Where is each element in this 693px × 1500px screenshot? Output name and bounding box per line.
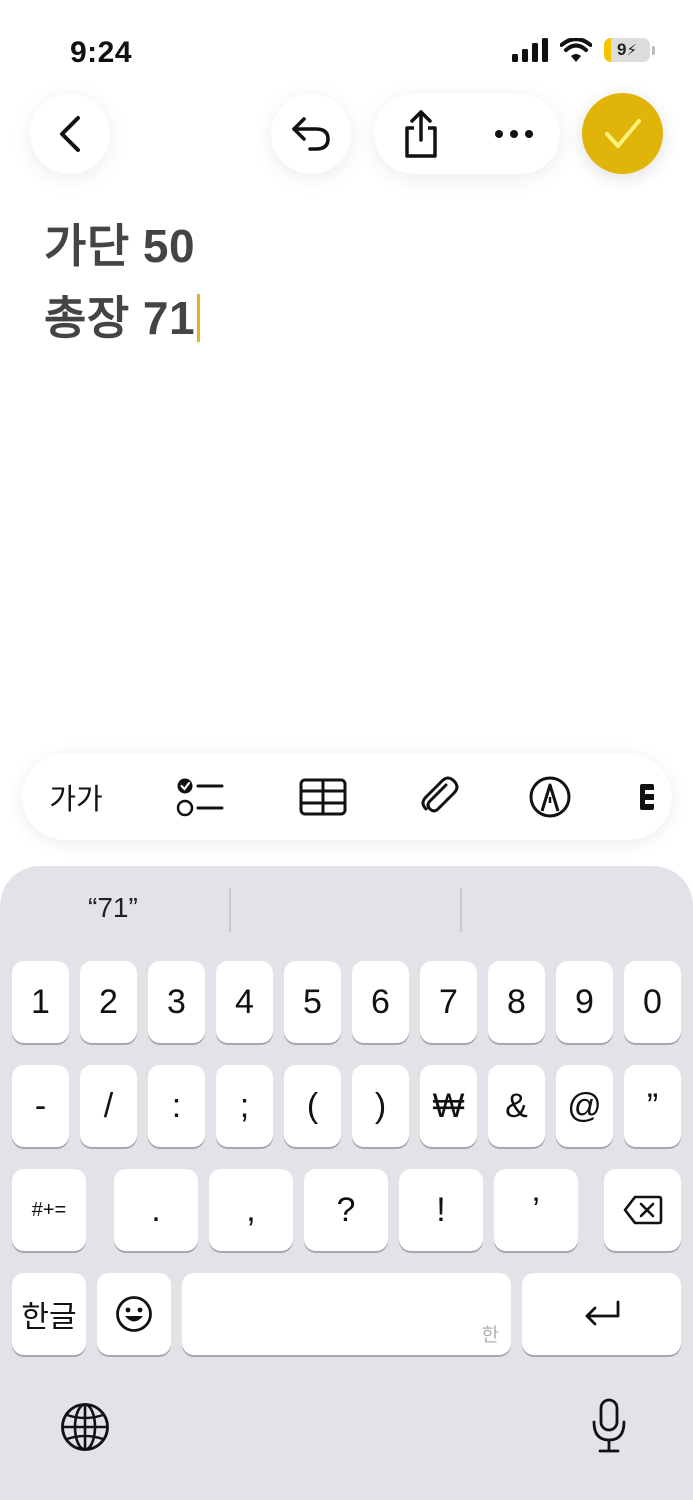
- close-toolbar-button[interactable]: [640, 754, 672, 840]
- key-question[interactable]: ?: [304, 1169, 388, 1251]
- suggestion-divider: [460, 888, 462, 932]
- ellipsis-icon: [494, 130, 533, 138]
- markup-button[interactable]: [510, 754, 590, 840]
- key-period[interactable]: .: [114, 1169, 198, 1251]
- key-2[interactable]: 2: [80, 961, 137, 1043]
- delete-backward-icon: [623, 1195, 662, 1225]
- battery-level: 9: [616, 40, 627, 59]
- return-icon: [585, 1300, 619, 1326]
- share-icon: [404, 110, 437, 158]
- key-slash[interactable]: /: [80, 1065, 137, 1147]
- table-button[interactable]: [283, 754, 363, 840]
- status-time: 9:24: [70, 36, 133, 69]
- key-quote[interactable]: ”: [624, 1065, 681, 1147]
- delete-key[interactable]: [604, 1169, 681, 1251]
- key-0[interactable]: 0: [624, 961, 681, 1043]
- key-at[interactable]: @: [556, 1065, 613, 1147]
- key-4[interactable]: 4: [216, 961, 273, 1043]
- key-hyphen[interactable]: -: [12, 1065, 69, 1147]
- emoji-icon: [116, 1296, 152, 1332]
- more-button[interactable]: [474, 94, 554, 174]
- key-colon[interactable]: :: [148, 1065, 205, 1147]
- key-apostrophe[interactable]: ’: [494, 1169, 578, 1251]
- key-won[interactable]: ₩: [420, 1065, 477, 1147]
- key-6[interactable]: 6: [352, 961, 409, 1043]
- checklist-icon: [176, 778, 224, 817]
- share-more-group: [374, 94, 560, 174]
- space-key-hint: 한: [481, 1325, 499, 1346]
- share-button[interactable]: [381, 94, 461, 174]
- text-format-button[interactable]: 가가: [36, 754, 116, 840]
- key-hangul[interactable]: 한글: [12, 1273, 86, 1355]
- close-icon: [640, 784, 654, 810]
- suggestion-divider: [229, 888, 231, 932]
- note-line-text: 총장 71: [44, 292, 196, 344]
- dictation-button[interactable]: [584, 1396, 634, 1456]
- suggestion-item[interactable]: “71”: [88, 892, 138, 924]
- undo-icon: [292, 117, 330, 151]
- checklist-button[interactable]: [160, 754, 240, 840]
- return-key[interactable]: [522, 1273, 681, 1355]
- chevron-left-icon: [60, 116, 80, 152]
- key-1[interactable]: 1: [12, 961, 69, 1043]
- cellular-signal-icon: [512, 38, 548, 62]
- wifi-icon: [560, 38, 592, 62]
- note-line-active[interactable]: 총장 71: [44, 282, 201, 348]
- status-icons: 9 ⚡: [512, 38, 655, 62]
- microphone-icon: [592, 1398, 626, 1453]
- key-open-paren[interactable]: (: [284, 1065, 341, 1147]
- checkmark-icon: [604, 118, 641, 148]
- key-comma[interactable]: ,: [209, 1169, 293, 1251]
- globe-button[interactable]: [58, 1400, 112, 1454]
- attachment-button[interactable]: [400, 754, 480, 840]
- done-button[interactable]: [582, 93, 663, 174]
- key-ampersand[interactable]: &: [488, 1065, 545, 1147]
- back-button[interactable]: [30, 94, 110, 174]
- globe-icon: [61, 1403, 109, 1451]
- battery-icon: 9 ⚡: [604, 38, 650, 62]
- key-exclamation[interactable]: !: [399, 1169, 483, 1251]
- undo-button[interactable]: [271, 94, 351, 174]
- emoji-key[interactable]: [97, 1273, 171, 1355]
- key-9[interactable]: 9: [556, 961, 613, 1043]
- note-line[interactable]: 가단 50: [44, 210, 195, 276]
- key-3[interactable]: 3: [148, 961, 205, 1043]
- key-7[interactable]: 7: [420, 961, 477, 1043]
- text-cursor: [197, 294, 201, 342]
- key-close-paren[interactable]: ): [352, 1065, 409, 1147]
- paperclip-icon: [421, 776, 459, 813]
- key-5[interactable]: 5: [284, 961, 341, 1043]
- key-8[interactable]: 8: [488, 961, 545, 1043]
- space-key[interactable]: 한: [182, 1273, 511, 1355]
- table-icon: [299, 778, 347, 816]
- key-more-symbols[interactable]: #+=: [12, 1169, 86, 1251]
- format-toolbar: 가가: [22, 754, 672, 840]
- key-semicolon[interactable]: ;: [216, 1065, 273, 1147]
- pen-tip-icon: [529, 776, 571, 818]
